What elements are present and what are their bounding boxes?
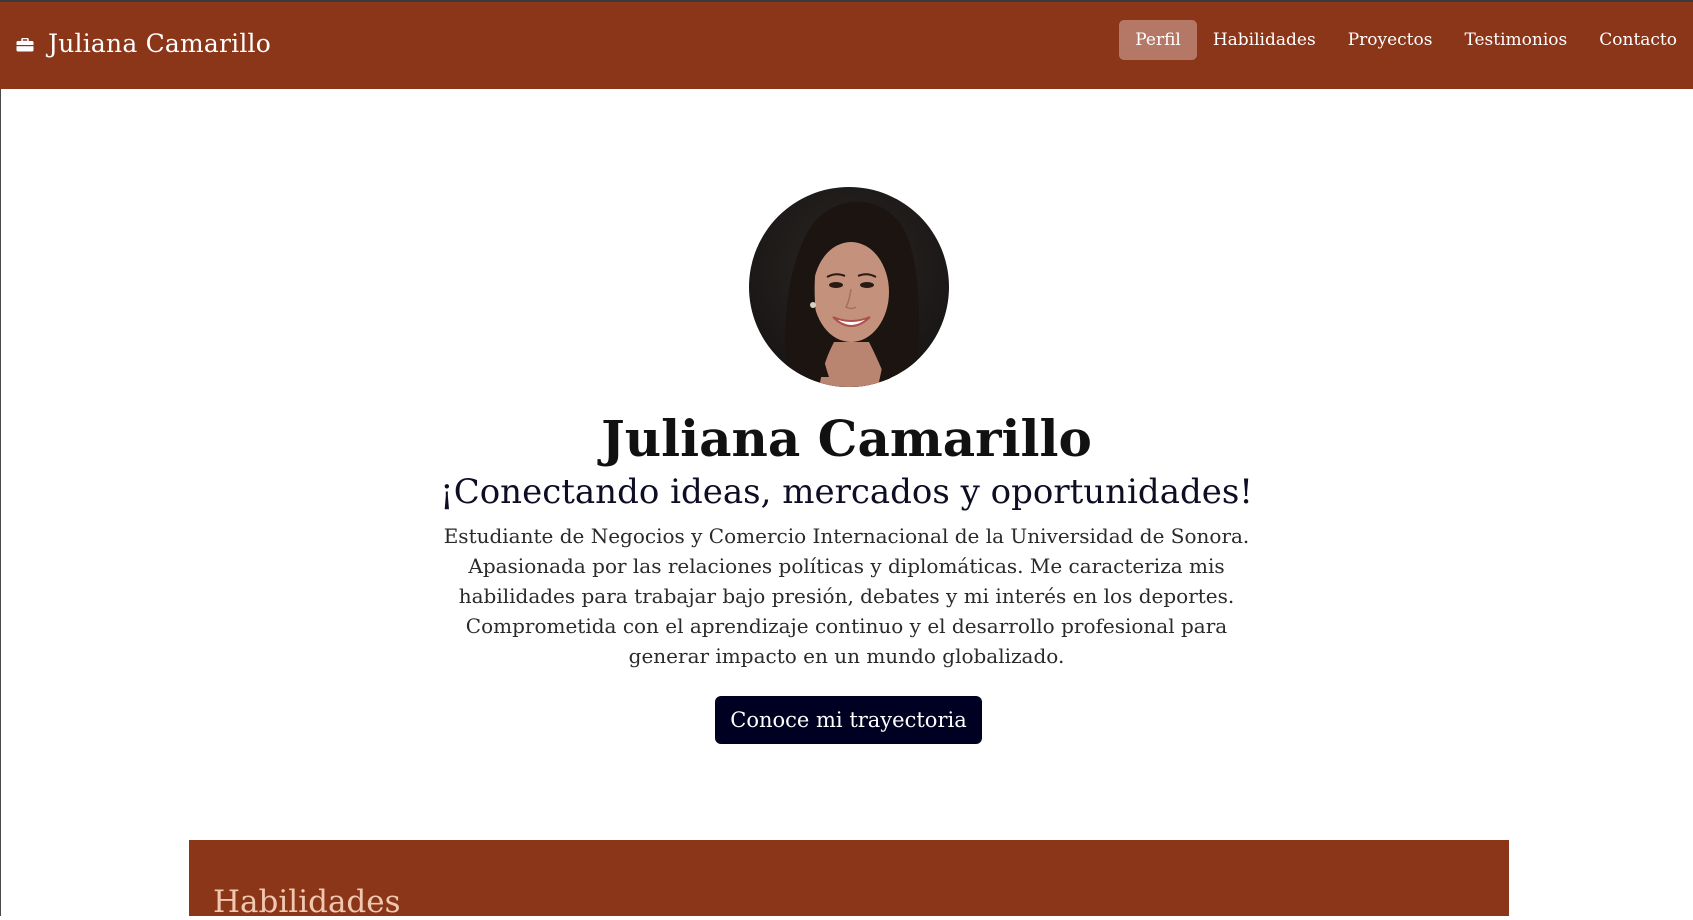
briefcase-icon <box>16 37 34 51</box>
nav-link-perfil[interactable]: Perfil <box>1119 20 1197 60</box>
trajectory-button[interactable]: Conoce mi trayectoria <box>715 696 982 744</box>
nav-link-contacto[interactable]: Contacto <box>1583 20 1693 60</box>
nav-link-proyectos[interactable]: Proyectos <box>1332 20 1449 60</box>
navbar: Juliana Camarillo Perfil Habilidades Pro… <box>0 0 1693 89</box>
hero-name: Juliana Camarillo <box>601 409 1092 468</box>
nav-link-habilidades[interactable]: Habilidades <box>1197 20 1332 60</box>
skills-section: Habilidades <box>189 840 1509 920</box>
nav-link-testimonios[interactable]: Testimonios <box>1448 20 1583 60</box>
hero-tagline: ¡Conectando ideas, mercados y oportunida… <box>440 472 1253 512</box>
hero-bio: Estudiante de Negocios y Comercio Intern… <box>443 524 1250 668</box>
avatar <box>749 187 949 387</box>
nav-links: Perfil Habilidades Proyectos Testimonios… <box>1119 20 1693 60</box>
brand[interactable]: Juliana Camarillo <box>16 29 271 58</box>
brand-name: Juliana Camarillo <box>48 29 272 58</box>
skills-title: Habilidades <box>213 884 401 920</box>
